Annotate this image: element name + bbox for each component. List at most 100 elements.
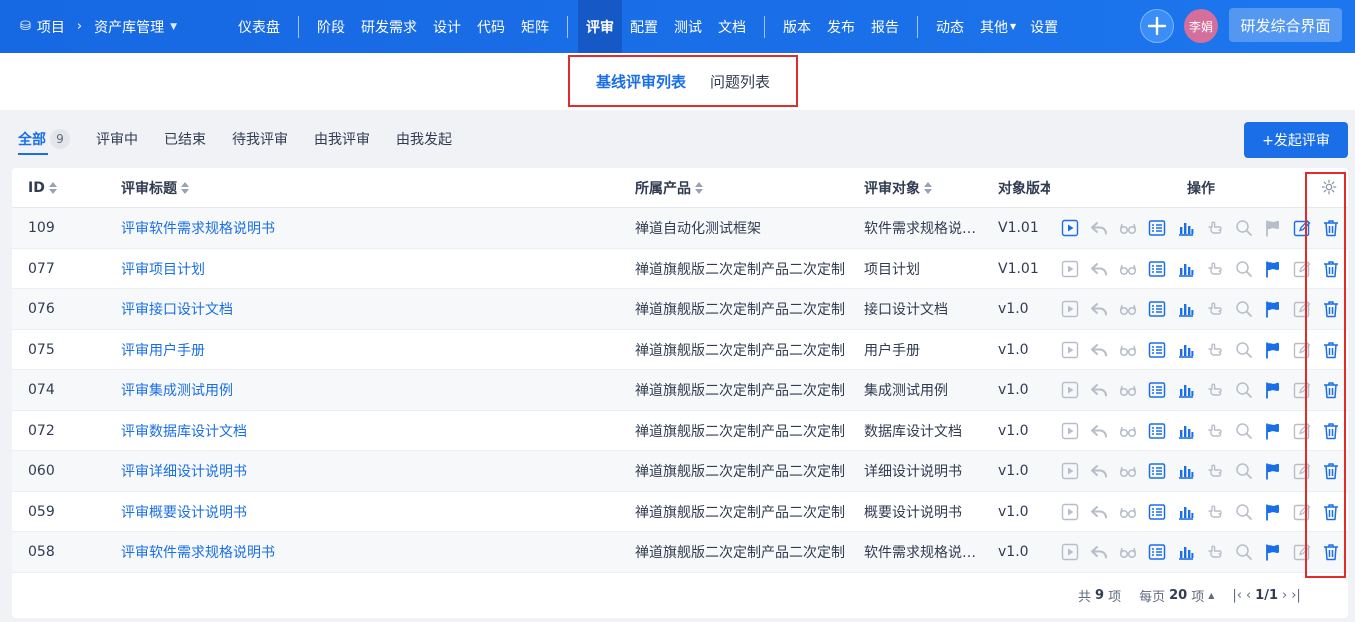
chart-icon[interactable] — [1174, 297, 1198, 321]
cell-title-link[interactable]: 评审数据库设计文档 — [121, 411, 621, 451]
nav-item-1[interactable]: 阶段 — [309, 0, 353, 53]
submit-icon[interactable] — [1058, 216, 1082, 240]
filter-reviewing[interactable]: 评审中 — [96, 129, 138, 149]
flag-icon[interactable] — [1261, 216, 1285, 240]
search-icon[interactable] — [1232, 378, 1256, 402]
chart-icon[interactable] — [1174, 540, 1198, 564]
hand-icon[interactable] — [1203, 419, 1227, 443]
first-page-icon[interactable]: |‹ — [1232, 588, 1242, 603]
search-icon[interactable] — [1232, 419, 1256, 443]
search-icon[interactable] — [1232, 257, 1256, 281]
hand-icon[interactable] — [1203, 257, 1227, 281]
flag-icon[interactable] — [1261, 419, 1285, 443]
list-icon[interactable] — [1145, 500, 1169, 524]
undo-icon[interactable] — [1087, 338, 1111, 362]
glasses-icon[interactable] — [1116, 419, 1140, 443]
glasses-icon[interactable] — [1116, 297, 1140, 321]
nav-item-13[interactable]: 动态 — [928, 0, 972, 53]
submit-icon[interactable] — [1058, 459, 1082, 483]
search-icon[interactable] — [1232, 338, 1256, 362]
undo-icon[interactable] — [1087, 297, 1111, 321]
submit-icon[interactable] — [1058, 378, 1082, 402]
list-icon[interactable] — [1145, 338, 1169, 362]
flag-icon[interactable] — [1261, 500, 1285, 524]
pager-per-page[interactable]: 20 — [1169, 588, 1187, 603]
search-icon[interactable] — [1232, 540, 1256, 564]
nav-item-7[interactable]: 配置 — [622, 0, 666, 53]
flag-icon[interactable] — [1261, 540, 1285, 564]
col-product[interactable]: 所属产品 — [635, 168, 703, 208]
submit-icon[interactable] — [1058, 257, 1082, 281]
glasses-icon[interactable] — [1116, 459, 1140, 483]
col-object[interactable]: 评审对象 — [864, 168, 932, 208]
undo-icon[interactable] — [1087, 500, 1111, 524]
glasses-icon[interactable] — [1116, 338, 1140, 362]
cell-title-link[interactable]: 评审项目计划 — [121, 249, 621, 289]
list-icon[interactable] — [1145, 378, 1169, 402]
submit-icon[interactable] — [1058, 500, 1082, 524]
undo-icon[interactable] — [1087, 257, 1111, 281]
create-plus-button[interactable] — [1140, 9, 1174, 43]
list-icon[interactable] — [1145, 216, 1169, 240]
hand-icon[interactable] — [1203, 297, 1227, 321]
tab-issue-list[interactable]: 问题列表 — [710, 71, 770, 92]
next-page-icon[interactable]: › — [1282, 588, 1287, 603]
flag-icon[interactable] — [1261, 459, 1285, 483]
hand-icon[interactable] — [1203, 500, 1227, 524]
undo-icon[interactable] — [1087, 216, 1111, 240]
cell-title-link[interactable]: 评审软件需求规格说明书 — [121, 208, 621, 248]
chart-icon[interactable] — [1174, 378, 1198, 402]
submit-icon[interactable] — [1058, 540, 1082, 564]
project-switcher[interactable]: 资产库管理 — [94, 17, 164, 37]
chart-icon[interactable] — [1174, 216, 1198, 240]
filter-finished[interactable]: 已结束 — [164, 129, 206, 149]
flag-icon[interactable] — [1261, 257, 1285, 281]
cell-title-link[interactable]: 评审详细设计说明书 — [121, 451, 621, 491]
search-icon[interactable] — [1232, 500, 1256, 524]
nav-item-0[interactable]: 仪表盘 — [230, 0, 288, 53]
nav-item-8[interactable]: 测试 — [666, 0, 710, 53]
filter-pending-my-review[interactable]: 待我评审 — [232, 129, 288, 149]
chart-icon[interactable] — [1174, 459, 1198, 483]
nav-item-10[interactable]: 版本 — [775, 0, 819, 53]
nav-item-9[interactable]: 文档 — [710, 0, 754, 53]
submit-icon[interactable] — [1058, 419, 1082, 443]
glasses-icon[interactable] — [1116, 378, 1140, 402]
hand-icon[interactable] — [1203, 540, 1227, 564]
hand-icon[interactable] — [1203, 459, 1227, 483]
caret-up-icon[interactable]: ▲ — [1208, 591, 1214, 600]
chart-icon[interactable] — [1174, 419, 1198, 443]
breadcrumb-home[interactable]: 项目 — [37, 17, 65, 37]
submit-icon[interactable] — [1058, 297, 1082, 321]
nav-item-12[interactable]: 报告 — [863, 0, 907, 53]
create-review-button[interactable]: +发起评审 — [1244, 122, 1348, 158]
col-id[interactable]: ID — [28, 168, 57, 208]
flag-icon[interactable] — [1261, 297, 1285, 321]
cell-title-link[interactable]: 评审用户手册 — [121, 330, 621, 370]
nav-item-3[interactable]: 设计 — [425, 0, 469, 53]
glasses-icon[interactable] — [1116, 500, 1140, 524]
list-icon[interactable] — [1145, 540, 1169, 564]
filter-all[interactable]: 全部 9 — [18, 129, 70, 155]
prev-page-icon[interactable]: ‹ — [1246, 588, 1251, 603]
col-version[interactable]: 对象版本 — [998, 168, 1050, 208]
cell-title-link[interactable]: 评审集成测试用例 — [121, 370, 621, 410]
glasses-icon[interactable] — [1116, 216, 1140, 240]
flag-icon[interactable] — [1261, 338, 1285, 362]
user-avatar[interactable]: 李娟 — [1184, 9, 1218, 43]
list-icon[interactable] — [1145, 257, 1169, 281]
nav-item-6[interactable]: 评审 — [578, 0, 622, 53]
cell-title-link[interactable]: 评审概要设计说明书 — [121, 492, 621, 532]
undo-icon[interactable] — [1087, 459, 1111, 483]
list-icon[interactable] — [1145, 297, 1169, 321]
nav-item-2[interactable]: 研发需求 — [353, 0, 425, 53]
flag-icon[interactable] — [1261, 378, 1285, 402]
chart-icon[interactable] — [1174, 257, 1198, 281]
chart-icon[interactable] — [1174, 338, 1198, 362]
hand-icon[interactable] — [1203, 216, 1227, 240]
nav-item-5[interactable]: 矩阵 — [513, 0, 557, 53]
undo-icon[interactable] — [1087, 419, 1111, 443]
col-title[interactable]: 评审标题 — [121, 168, 189, 208]
last-page-icon[interactable]: ›| — [1291, 588, 1301, 603]
tab-baseline-review-list[interactable]: 基线评审列表 — [596, 71, 686, 92]
